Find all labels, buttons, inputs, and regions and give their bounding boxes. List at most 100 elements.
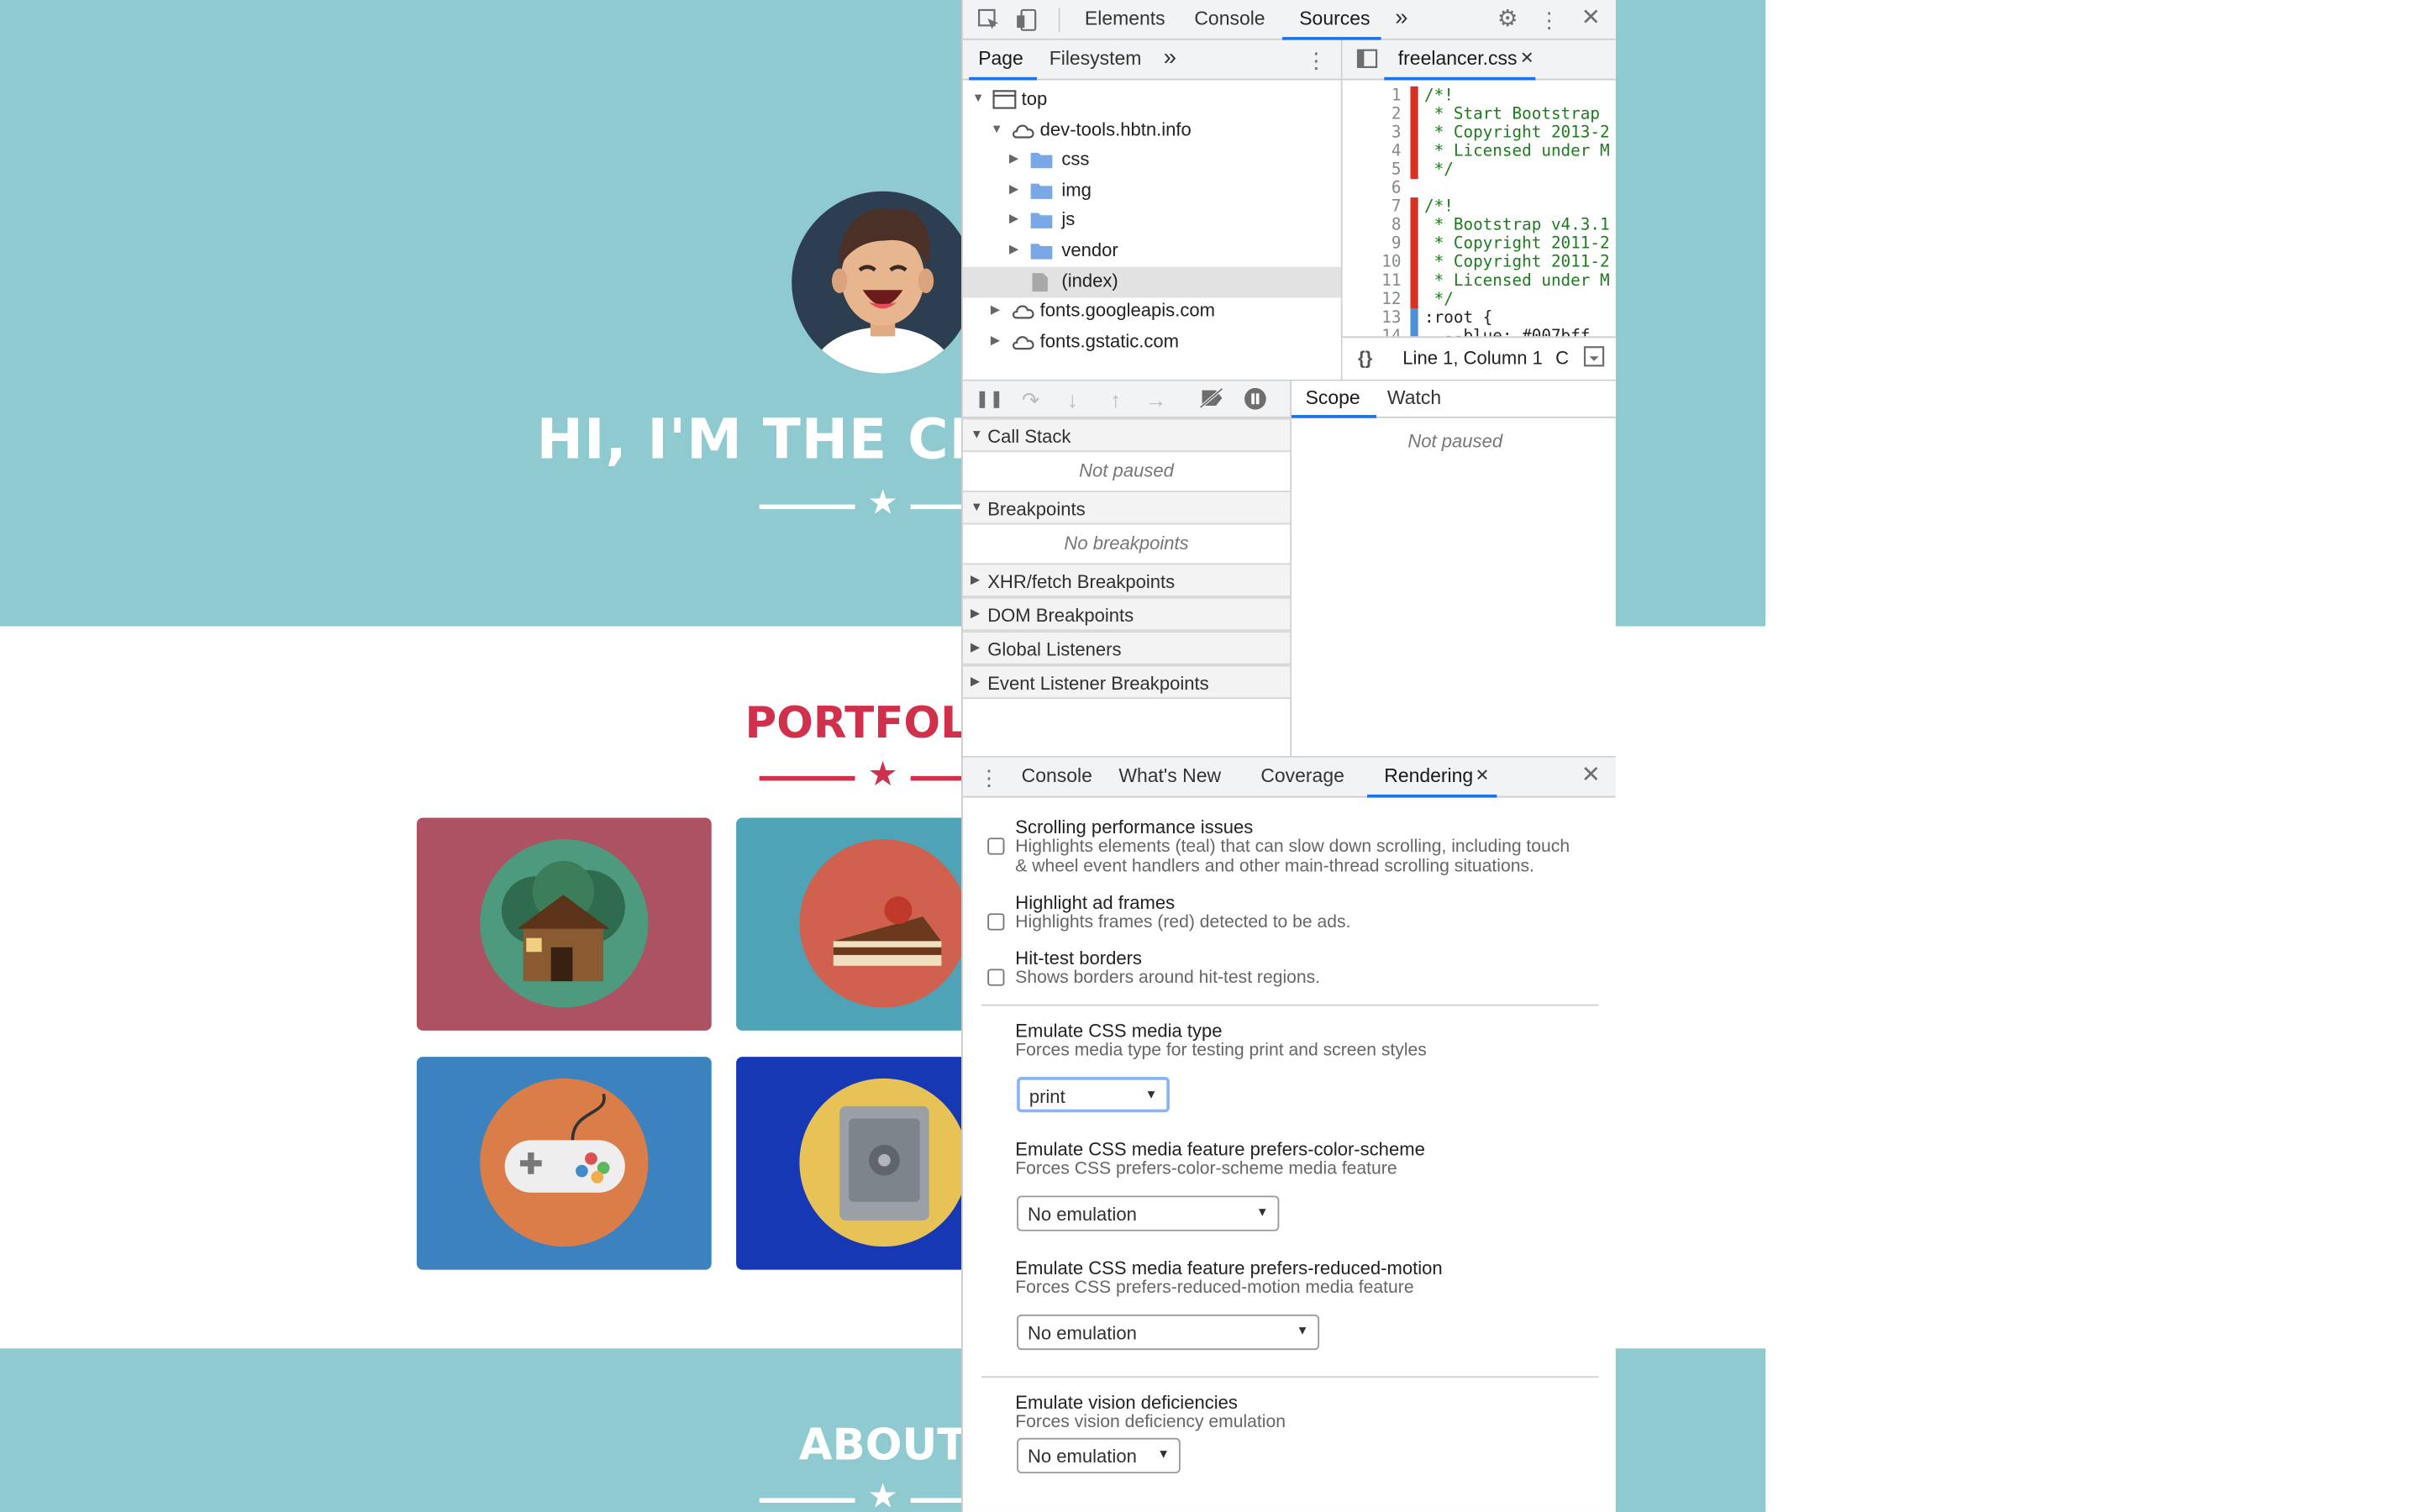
tree-item[interactable]: ▶ vendor xyxy=(963,238,1341,265)
expand-arrow-icon[interactable]: ▶ xyxy=(1009,242,1018,256)
option-title: Scrolling performance issues xyxy=(1015,816,1254,838)
folder-icon xyxy=(1029,241,1054,263)
emulation-title: Emulate CSS media feature prefers-reduce… xyxy=(1015,1257,1443,1279)
tree-item[interactable]: ▶ js xyxy=(963,207,1341,235)
tree-item[interactable]: ▶ fonts.googleapis.com xyxy=(963,298,1341,326)
close-file-tab-icon[interactable]: ✕ xyxy=(1520,48,1534,68)
deactivate-breakpoints-icon[interactable] xyxy=(1197,387,1225,413)
device-toolbar-icon[interactable] xyxy=(1013,8,1041,37)
tree-item[interactable]: ▼ dev-tools.hbtn.info xyxy=(963,117,1341,144)
section-header[interactable]: ▶ XHR/fetch Breakpoints xyxy=(962,563,1291,597)
emulation-description: Forces vision deficiency emulation xyxy=(1015,1413,1286,1432)
tree-item-label: js xyxy=(1061,208,1076,231)
select-value: No emulation xyxy=(1027,1445,1137,1467)
expand-arrow-icon[interactable]: ▶ xyxy=(991,302,1000,317)
inspect-element-icon[interactable] xyxy=(976,8,1003,37)
option-checkbox[interactable] xyxy=(987,969,1005,986)
drawer-menu-icon[interactable]: ⋮ xyxy=(976,765,1003,790)
tree-item-label: vendor xyxy=(1061,239,1118,261)
settings-icon[interactable]: ⚙ xyxy=(1494,7,1522,32)
pause-on-exceptions-icon[interactable] xyxy=(1240,387,1268,415)
scope-not-paused: Not paused xyxy=(1407,430,1503,453)
option-checkbox[interactable] xyxy=(987,837,1005,855)
expand-arrow-icon[interactable]: ▼ xyxy=(972,91,985,105)
expand-arrow-icon[interactable]: ▼ xyxy=(991,121,1003,135)
step-over-icon[interactable]: ↷ xyxy=(1017,387,1044,412)
drawer-tab-rendering[interactable]: Rendering xyxy=(1384,765,1473,787)
step-into-icon[interactable]: ↓ xyxy=(1059,387,1086,412)
code-line: * Bootstrap v4.3.1 xyxy=(1424,216,1610,235)
emulation-select[interactable]: No emulation ▼ xyxy=(1017,1195,1280,1231)
line-number: 5 xyxy=(1391,160,1402,180)
section-header[interactable]: ▶ DOM Breakpoints xyxy=(962,596,1291,632)
toggle-navigator-icon[interactable] xyxy=(1354,48,1381,74)
code-line: :root { xyxy=(1424,308,1493,328)
more-tabs-icon[interactable]: » xyxy=(1395,5,1407,31)
file-tab-freelancer-css[interactable]: freelancer.css xyxy=(1398,48,1518,70)
expand-arrow-icon: ▶ xyxy=(971,572,981,586)
line-number: 4 xyxy=(1391,141,1402,161)
code-editor[interactable]: 1 /*! 2 * Start Bootstrap 3 * Copyright 201… xyxy=(1343,81,1616,337)
section-header[interactable]: ▶ Global Listeners xyxy=(962,631,1291,665)
tree-item[interactable]: ▼ top xyxy=(963,87,1341,114)
pause-icon[interactable]: ❚❚ xyxy=(976,387,1004,412)
expand-arrow-icon: ▶ xyxy=(971,640,981,654)
option-checkbox[interactable] xyxy=(987,913,1005,931)
tree-item-label: dev-tools.hbtn.info xyxy=(1039,118,1192,140)
code-line: * Licensed under M xyxy=(1424,271,1610,291)
nav-tab-page[interactable]: Page xyxy=(978,48,1023,70)
tree-item[interactable]: ▶ img xyxy=(963,177,1341,205)
folder-icon xyxy=(1029,150,1054,172)
step-out-icon[interactable]: ↑ xyxy=(1102,387,1129,412)
frame-icon xyxy=(992,90,1017,112)
pretty-print-icon[interactable]: {} xyxy=(1358,347,1372,369)
section-header[interactable]: ▼ Call Stack xyxy=(962,417,1291,453)
drawer-tab-console[interactable]: Console xyxy=(1022,765,1092,787)
emulation-select[interactable]: No emulation ▼ xyxy=(1017,1437,1181,1474)
cake-icon xyxy=(799,839,968,1008)
expand-arrow-icon[interactable]: ▶ xyxy=(1009,212,1018,226)
kebab-menu-icon[interactable]: ⋮ xyxy=(1535,8,1563,32)
expand-arrow-icon[interactable]: ▶ xyxy=(1009,181,1018,196)
code-line: */ xyxy=(1424,290,1454,309)
drawer-tab-whats-new[interactable]: What's New xyxy=(1118,765,1221,787)
tree-item[interactable]: (index) xyxy=(963,268,1341,296)
close-icon[interactable]: ✕ xyxy=(1577,5,1605,30)
tree-item[interactable]: ▶ css xyxy=(963,147,1341,175)
portfolio-item-game[interactable] xyxy=(416,1057,712,1270)
tab-console[interactable]: Console xyxy=(1194,8,1265,29)
code-line: /*! xyxy=(1424,197,1454,217)
code-line: * Copyright 2011-2 xyxy=(1424,253,1610,272)
avatar xyxy=(792,191,974,374)
tab-sources[interactable]: Sources xyxy=(1299,8,1370,29)
emulation-select[interactable]: print ▼ xyxy=(1017,1077,1170,1113)
tree-item-label: fonts.googleapis.com xyxy=(1039,299,1215,322)
expand-arrow-icon[interactable]: ▶ xyxy=(1009,151,1018,165)
nav-menu-icon[interactable]: ⋮ xyxy=(1302,48,1330,72)
tree-item-label: fonts.gstatic.com xyxy=(1039,329,1180,352)
nav-more-icon[interactable]: » xyxy=(1164,45,1176,71)
close-rendering-tab-icon[interactable]: ✕ xyxy=(1476,765,1490,785)
step-icon[interactable]: → xyxy=(1142,387,1170,412)
code-line: * Copyright 2013-2 xyxy=(1424,123,1610,142)
drawer-tab-coverage[interactable]: Coverage xyxy=(1260,765,1344,787)
emulation-select[interactable]: No emulation ▼ xyxy=(1017,1314,1320,1351)
section-empty-text: Not paused xyxy=(1079,459,1174,482)
portfolio-item-cabin[interactable] xyxy=(416,817,712,1031)
tab-elements[interactable]: Elements xyxy=(1085,8,1165,29)
section-label: Event Listener Breakpoints xyxy=(987,672,1209,695)
expand-arrow-icon[interactable]: ▶ xyxy=(991,333,1000,347)
section-header[interactable]: ▶ Event Listener Breakpoints xyxy=(962,664,1291,700)
section-label: Breakpoints xyxy=(987,498,1086,520)
close-drawer-icon[interactable]: ✕ xyxy=(1577,763,1605,788)
tab-watch[interactable]: Watch xyxy=(1387,387,1441,409)
drawer-toggle-icon[interactable] xyxy=(1581,345,1608,371)
tab-scope[interactable]: Scope xyxy=(1306,387,1360,409)
tree-item[interactable]: ▶ fonts.gstatic.com xyxy=(963,328,1341,356)
cursor-position: Line 1, Column 1 xyxy=(1402,347,1543,369)
section-header[interactable]: ▼ Breakpoints xyxy=(962,491,1291,525)
cloud-icon xyxy=(1011,120,1035,142)
emulation-description: Forces media type for testing print and … xyxy=(1015,1041,1427,1060)
dropdown-arrow-icon: ▼ xyxy=(1144,1087,1158,1102)
nav-tab-filesystem[interactable]: Filesystem xyxy=(1050,48,1142,70)
